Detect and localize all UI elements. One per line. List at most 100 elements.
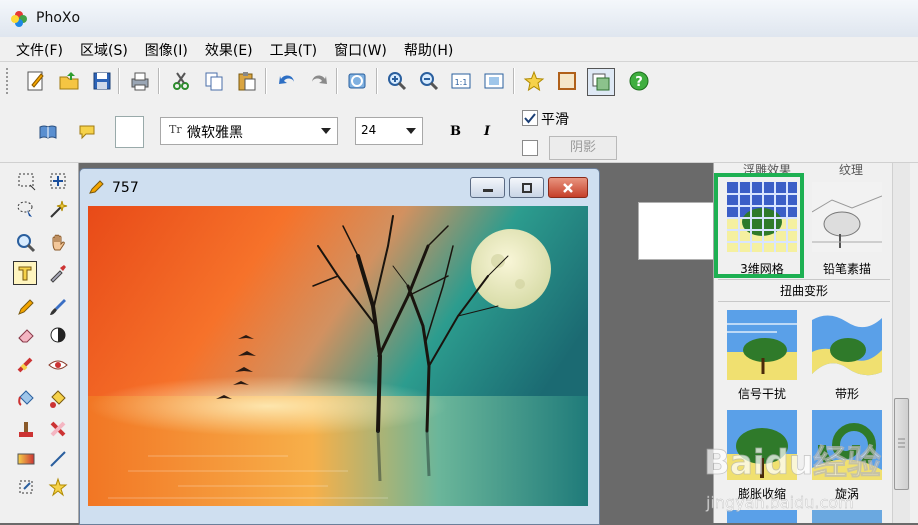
paste-icon[interactable] [234, 68, 260, 94]
actual-size-icon[interactable]: 1:1 [448, 68, 474, 94]
menu-bar: 文件(F) 区域(S) 图像(I) 效果(E) 工具(T) 窗口(W) 帮助(H… [0, 37, 918, 61]
effect-swirl-label[interactable]: 旋涡 [812, 485, 882, 502]
menu-help[interactable]: 帮助(H) [404, 37, 453, 61]
refresh-icon[interactable] [344, 68, 370, 94]
print-icon[interactable] [127, 68, 153, 94]
move-icon[interactable] [46, 169, 70, 193]
minimize-button[interactable] [470, 177, 505, 198]
stars-icon[interactable] [46, 475, 70, 499]
speech-bubble-icon[interactable] [75, 120, 99, 144]
document-title: 757 [112, 180, 139, 196]
svg-text:1:1: 1:1 [455, 78, 468, 87]
close-icon [563, 182, 573, 193]
effect-pencil-sketch-thumb[interactable] [812, 182, 882, 252]
rect-select-icon[interactable] [14, 169, 38, 193]
zoom-tool-icon[interactable] [14, 231, 38, 255]
eyedropper-icon[interactable] [46, 261, 70, 285]
fill-bucket-icon[interactable] [14, 387, 38, 411]
hand-icon[interactable] [46, 231, 70, 255]
effect-ribbon-thumb[interactable] [812, 310, 882, 380]
tool-palette [0, 163, 79, 523]
toolbar-separator [265, 68, 267, 94]
heal-icon[interactable] [46, 417, 70, 441]
group-divider [718, 301, 890, 302]
image-canvas[interactable] [88, 206, 588, 506]
book-icon[interactable] [36, 120, 60, 144]
svg-text:?: ? [635, 75, 643, 90]
menu-file[interactable]: 文件(F) [16, 37, 63, 61]
close-button[interactable] [548, 177, 588, 198]
font-family-value: 微软雅黑 [187, 125, 243, 141]
text-tool-icon[interactable] [13, 261, 37, 285]
gradient-icon[interactable] [14, 447, 38, 471]
text-color-swatch[interactable] [115, 116, 144, 148]
truetype-font-icon: Tr [169, 123, 182, 136]
selected-effect-highlight [714, 173, 804, 278]
redo-icon[interactable] [306, 68, 332, 94]
shadow-button[interactable]: 阴影 [549, 136, 617, 160]
copy-icon[interactable] [201, 68, 227, 94]
app-title: PhoXo [36, 10, 81, 26]
main-toolbar: 1:1 ? [0, 61, 918, 101]
restore-button[interactable] [509, 177, 544, 198]
lasso-icon[interactable] [14, 197, 38, 221]
new-document-icon[interactable] [22, 68, 48, 94]
effect-signal-interference-thumb[interactable] [727, 310, 797, 380]
effect-ribbon-label[interactable]: 带形 [812, 385, 882, 402]
effect-signal-interference-label[interactable]: 信号干扰 [727, 385, 797, 402]
frame-icon[interactable] [554, 68, 580, 94]
phoxo-logo-icon [11, 11, 27, 27]
color-replace-icon[interactable] [46, 387, 70, 411]
effect-bulge-label[interactable]: 膨胀收缩 [727, 485, 797, 502]
menu-window[interactable]: 窗口(W) [334, 37, 387, 61]
help-icon[interactable]: ? [626, 68, 652, 94]
effect-thumb-partial[interactable] [727, 510, 797, 523]
menu-tools[interactable]: 工具(T) [270, 37, 317, 61]
text-options-bar: Tr 微软雅黑 24 B I [0, 100, 918, 260]
save-icon[interactable] [89, 68, 115, 94]
star-icon[interactable] [521, 68, 547, 94]
smooth-checkbox[interactable] [522, 110, 538, 126]
effects-scrollbar-thumb[interactable] [894, 398, 909, 490]
layers-icon[interactable] [587, 68, 615, 96]
contrast-icon[interactable] [46, 323, 70, 347]
effect-swirl-thumb[interactable] [812, 410, 882, 480]
pencil-icon[interactable] [14, 295, 38, 319]
toolbar-separator [118, 68, 120, 94]
eraser-icon[interactable] [14, 323, 38, 347]
bold-button[interactable]: B [450, 124, 461, 139]
zoom-in-icon[interactable] [384, 68, 410, 94]
effect-bulge-thumb[interactable] [727, 410, 797, 480]
menu-image[interactable]: 图像(I) [145, 37, 188, 61]
fit-window-icon[interactable] [481, 68, 507, 94]
toolbar-separator [336, 68, 338, 94]
transform-icon[interactable] [14, 475, 38, 499]
chevron-down-icon [406, 128, 416, 134]
shadow-checkbox[interactable] [522, 140, 538, 156]
magic-wand-icon[interactable] [46, 197, 70, 221]
red-eye-icon[interactable] [46, 353, 70, 377]
brush-icon[interactable] [46, 295, 70, 319]
font-family-select[interactable]: Tr 微软雅黑 [160, 117, 338, 145]
distortion-group-label: 扭曲变形 [779, 284, 828, 298]
menu-effects[interactable]: 效果(E) [205, 37, 253, 61]
effect-pencil-sketch-label[interactable]: 铅笔素描 [812, 260, 882, 277]
font-size-select[interactable]: 24 [355, 117, 423, 145]
restore-icon [521, 182, 532, 193]
line-icon[interactable] [46, 447, 70, 471]
italic-button[interactable]: I [484, 124, 490, 139]
cut-icon[interactable] [168, 68, 194, 94]
smudge-icon[interactable] [14, 353, 38, 377]
pencil-edit-icon [89, 180, 104, 194]
toolbar-grip[interactable] [6, 68, 11, 94]
chevron-down-icon [321, 128, 331, 134]
smooth-label: 平滑 [541, 112, 569, 128]
undo-icon[interactable] [274, 68, 300, 94]
menu-region[interactable]: 区域(S) [80, 37, 128, 61]
stamp-icon[interactable] [14, 417, 38, 441]
effect-texture-label[interactable]: 纹理 [821, 161, 881, 178]
zoom-out-icon[interactable] [416, 68, 442, 94]
effect-thumb-partial[interactable] [812, 510, 882, 523]
open-folder-icon[interactable] [56, 68, 82, 94]
toolbar-separator [376, 68, 378, 94]
